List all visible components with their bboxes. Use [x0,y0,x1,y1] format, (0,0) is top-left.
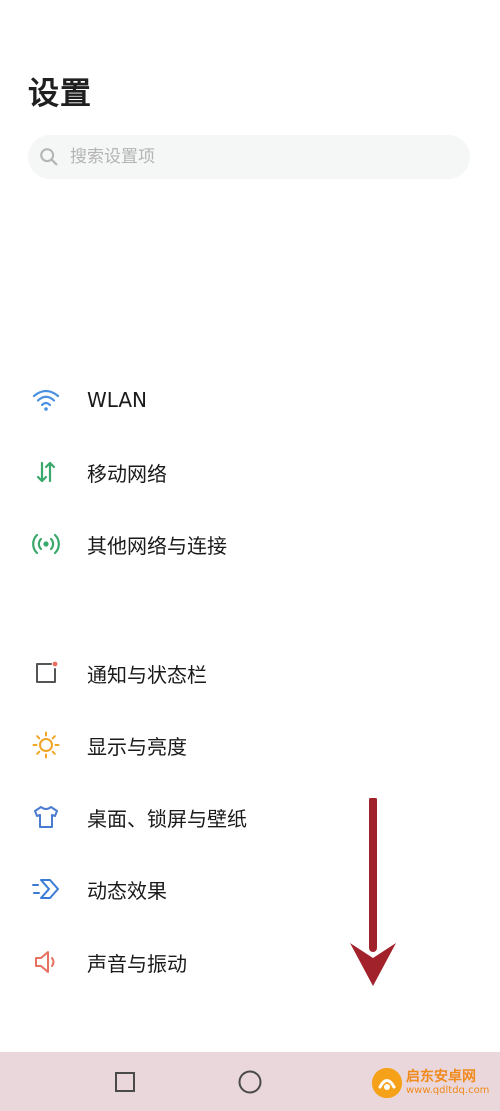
settings-item-label: 桌面、锁屏与壁纸 [87,806,247,831]
search-icon [40,148,58,166]
search-bar[interactable] [28,135,470,179]
search-input[interactable] [70,147,450,167]
settings-item-motion-effects[interactable]: 动态效果 [0,859,500,919]
shirt-icon [31,802,61,832]
brightness-icon [31,730,61,760]
connection-icon [31,529,61,559]
square-icon [115,1071,135,1092]
recent-apps-button[interactable] [100,1052,150,1111]
settings-item-display[interactable]: 显示与亮度 [0,715,500,775]
settings-item-label: 通知与状态栏 [87,662,207,687]
settings-item-desktop-wallpaper[interactable]: 桌面、锁屏与壁纸 [0,787,500,847]
circle-icon [238,1070,262,1093]
settings-item-label: 动态效果 [87,878,167,903]
wifi-icon [31,385,61,415]
settings-item-label: 移动网络 [87,461,167,486]
settings-item-label: 显示与亮度 [87,734,187,759]
settings-item-mobile-network[interactable]: 移动网络 [0,442,500,502]
speaker-icon [31,947,61,977]
settings-item-label: 其他网络与连接 [87,533,227,558]
watermark-url: www.qdltdq.com [406,1085,490,1097]
settings-item-wlan[interactable]: WLAN [0,370,500,430]
settings-item-sound-vibration[interactable]: 声音与振动 [0,932,500,992]
page-title: 设置 [28,76,92,112]
annotation-arrow [350,798,396,986]
motion-icon [31,874,61,904]
settings-item-other-networks[interactable]: 其他网络与连接 [0,514,500,574]
mobile-data-icon [31,457,61,487]
watermark: 启东安卓网 www.qdltdq.com [372,1058,500,1108]
settings-item-label: 声音与振动 [87,951,187,976]
settings-item-notifications[interactable]: 通知与状态栏 [0,643,500,703]
home-button[interactable] [225,1052,275,1111]
notification-icon [31,658,61,688]
watermark-name: 启东安卓网 [406,1069,476,1086]
settings-item-label: WLAN [87,388,148,412]
watermark-logo-icon [372,1068,402,1098]
